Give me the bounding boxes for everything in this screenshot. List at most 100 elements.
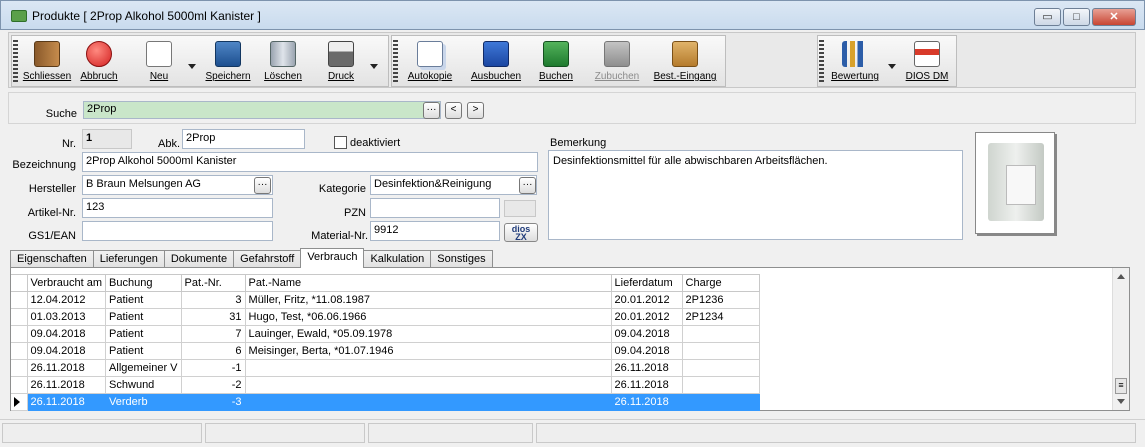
scroll-thumb[interactable]: ≡: [1115, 378, 1127, 394]
book-add-icon: [604, 41, 630, 67]
status-pane-1: [2, 423, 202, 443]
tab-kalkulation[interactable]: Kalkulation: [363, 250, 432, 268]
cancel-button[interactable]: Abbruch: [76, 38, 122, 86]
table-row-selected[interactable]: 26.11.2018 Verderb -3 26.11.2018: [11, 393, 760, 411]
bemerkung-memo[interactable]: Desinfektionsmittel für alle abwischbare…: [548, 150, 963, 240]
artikel-nr-field[interactable]: 123: [82, 198, 273, 218]
scroll-down-arrow[interactable]: [1117, 399, 1125, 404]
column-header-verbraucht-am[interactable]: Verbraucht am: [26, 274, 107, 292]
close-record-button[interactable]: Schliessen: [22, 38, 72, 86]
ausbuchen-button[interactable]: Ausbuchen: [468, 38, 524, 86]
next-record-button[interactable]: >: [467, 102, 484, 119]
product-image[interactable]: [975, 132, 1055, 234]
new-button[interactable]: Neu: [136, 38, 182, 86]
tab-eigenschaften[interactable]: Eigenschaften: [10, 250, 94, 268]
hersteller-label: Hersteller: [28, 183, 76, 195]
table-row[interactable]: 26.11.2018 Allgemeiner V -1 26.11.2018: [11, 359, 760, 377]
delete-button[interactable]: Löschen: [260, 38, 306, 86]
column-header-charge[interactable]: Charge: [681, 274, 760, 292]
new-dropdown-arrow[interactable]: [188, 64, 196, 69]
cancel-icon: [86, 41, 112, 67]
hersteller-more-button[interactable]: ···: [254, 177, 271, 194]
current-row-arrow-icon: [14, 397, 20, 408]
deaktiviert-checkbox[interactable]: [334, 136, 347, 149]
zubuchen-button: Zubuchen: [592, 38, 642, 86]
abk-label: Abk.: [157, 138, 180, 150]
artikel-nr-label: Artikel-Nr.: [27, 207, 76, 219]
column-header-buchung[interactable]: Buchung: [105, 274, 182, 292]
deaktiviert-label: deaktiviert: [350, 137, 401, 149]
search-more-button[interactable]: ···: [423, 102, 440, 119]
toolbar-grip[interactable]: [819, 40, 824, 84]
dios-zx-button[interactable]: dios ZX: [504, 223, 538, 242]
toolbar: Schliessen Abbruch Neu Speichern Löschen…: [8, 32, 1136, 88]
search-label: Suche: [45, 108, 77, 120]
previous-record-button[interactable]: <: [445, 102, 462, 119]
tab-gefahrstoff[interactable]: Gefahrstoff: [233, 250, 302, 268]
table-row[interactable]: 09.04.2018 Patient 6 Meisinger, Berta, *01…: [11, 342, 760, 360]
window-title: Produkte [ 2Prop Alkohol 5000ml Kanister…: [32, 9, 261, 23]
tab-dokumente[interactable]: Dokumente: [163, 250, 235, 268]
autocopy-button[interactable]: Autokopie: [404, 38, 456, 86]
bezeichnung-label: Bezeichnung: [12, 159, 76, 171]
print-button[interactable]: Druck: [318, 38, 364, 86]
tab-sonstiges[interactable]: Sonstiges: [430, 250, 493, 268]
table-row[interactable]: 12.04.2012 Patient 3 Müller, Fritz, *11.08…: [11, 291, 760, 309]
scroll-up-arrow[interactable]: [1117, 274, 1125, 279]
detail-tabs: Eigenschaften Lieferungen Dokumente Gefa…: [10, 248, 493, 268]
toolbar-group-evaluation: Bewertung DIOS DM: [817, 35, 957, 87]
row-indicator: [11, 359, 28, 377]
row-indicator: [11, 376, 28, 394]
dios-dm-button[interactable]: DIOS DM: [902, 38, 952, 86]
gs1-ean-label: GS1/EAN: [28, 230, 76, 242]
row-indicator: [11, 308, 28, 326]
buchen-button[interactable]: Buchen: [534, 38, 578, 86]
close-button[interactable]: ✕: [1092, 8, 1136, 26]
gs1-ean-field[interactable]: [82, 221, 273, 241]
tab-lieferungen[interactable]: Lieferungen: [92, 250, 165, 268]
row-indicator: [11, 325, 28, 343]
material-nr-label: Material-Nr.: [311, 230, 368, 242]
nr-field: 1: [82, 129, 132, 149]
copy-icon: [417, 41, 443, 67]
printer-icon: [328, 41, 354, 67]
bewertung-button[interactable]: Bewertung: [828, 38, 882, 86]
kategorie-field[interactable]: Desinfektion&Reinigung: [370, 175, 537, 195]
minimize-button[interactable]: ▭: [1034, 8, 1061, 26]
toolbar-grip[interactable]: [13, 40, 18, 84]
column-header-pat-nr[interactable]: Pat.-Nr.: [180, 274, 246, 292]
product-form: Nr. 1 Abk. 2Prop deaktiviert Bezeichnung…: [8, 126, 1136, 244]
best-eingang-button[interactable]: Best.-Eingang: [650, 38, 720, 86]
pzn-field[interactable]: [370, 198, 500, 218]
new-document-icon: [146, 41, 172, 67]
save-icon: [215, 41, 241, 67]
trash-icon: [270, 41, 296, 67]
consumption-table: Verbraucht am Buchung Pat.-Nr. Pat.-Name…: [11, 274, 760, 411]
column-header-lieferdatum[interactable]: Lieferdatum: [610, 274, 683, 292]
toolbar-grip[interactable]: [393, 40, 398, 84]
abk-field[interactable]: 2Prop: [182, 129, 305, 149]
toolbar-group-booking: Autokopie Ausbuchen Buchen Zubuchen Best…: [391, 35, 726, 87]
hersteller-field[interactable]: B Braun Melsungen AG: [82, 175, 273, 195]
search-input[interactable]: 2Prop: [83, 101, 441, 119]
table-row[interactable]: 09.04.2018 Patient 7 Lauinger, Ewald, *05.…: [11, 325, 760, 343]
bezeichnung-field[interactable]: 2Prop Alkohol 5000ml Kanister: [82, 152, 538, 172]
nr-label: Nr.: [61, 138, 76, 150]
table-row[interactable]: 01.03.2013 Patient 31 Hugo, Test, *06.06.1…: [11, 308, 760, 326]
column-header-pat-name[interactable]: Pat.-Name: [244, 274, 612, 292]
print-dropdown-arrow[interactable]: [370, 64, 378, 69]
book-icon: [543, 41, 569, 67]
save-button[interactable]: Speichern: [202, 38, 254, 86]
status-pane-3: [368, 423, 533, 443]
search-panel: Suche 2Prop ··· < >: [8, 92, 1136, 124]
kategorie-more-button[interactable]: ···: [519, 177, 536, 194]
tab-verbrauch[interactable]: Verbrauch: [300, 248, 365, 268]
maximize-button[interactable]: □: [1063, 8, 1090, 26]
grid-vertical-scrollbar[interactable]: ≡: [1112, 268, 1129, 410]
bewertung-dropdown-arrow[interactable]: [888, 64, 896, 69]
box-check-icon: [672, 41, 698, 67]
row-indicator: [11, 291, 28, 309]
toolbar-group-edit: Schliessen Abbruch Neu Speichern Löschen…: [11, 35, 389, 87]
material-nr-field[interactable]: 9912: [370, 221, 500, 241]
table-row[interactable]: 26.11.2018 Schwund -2 26.11.2018: [11, 376, 760, 394]
